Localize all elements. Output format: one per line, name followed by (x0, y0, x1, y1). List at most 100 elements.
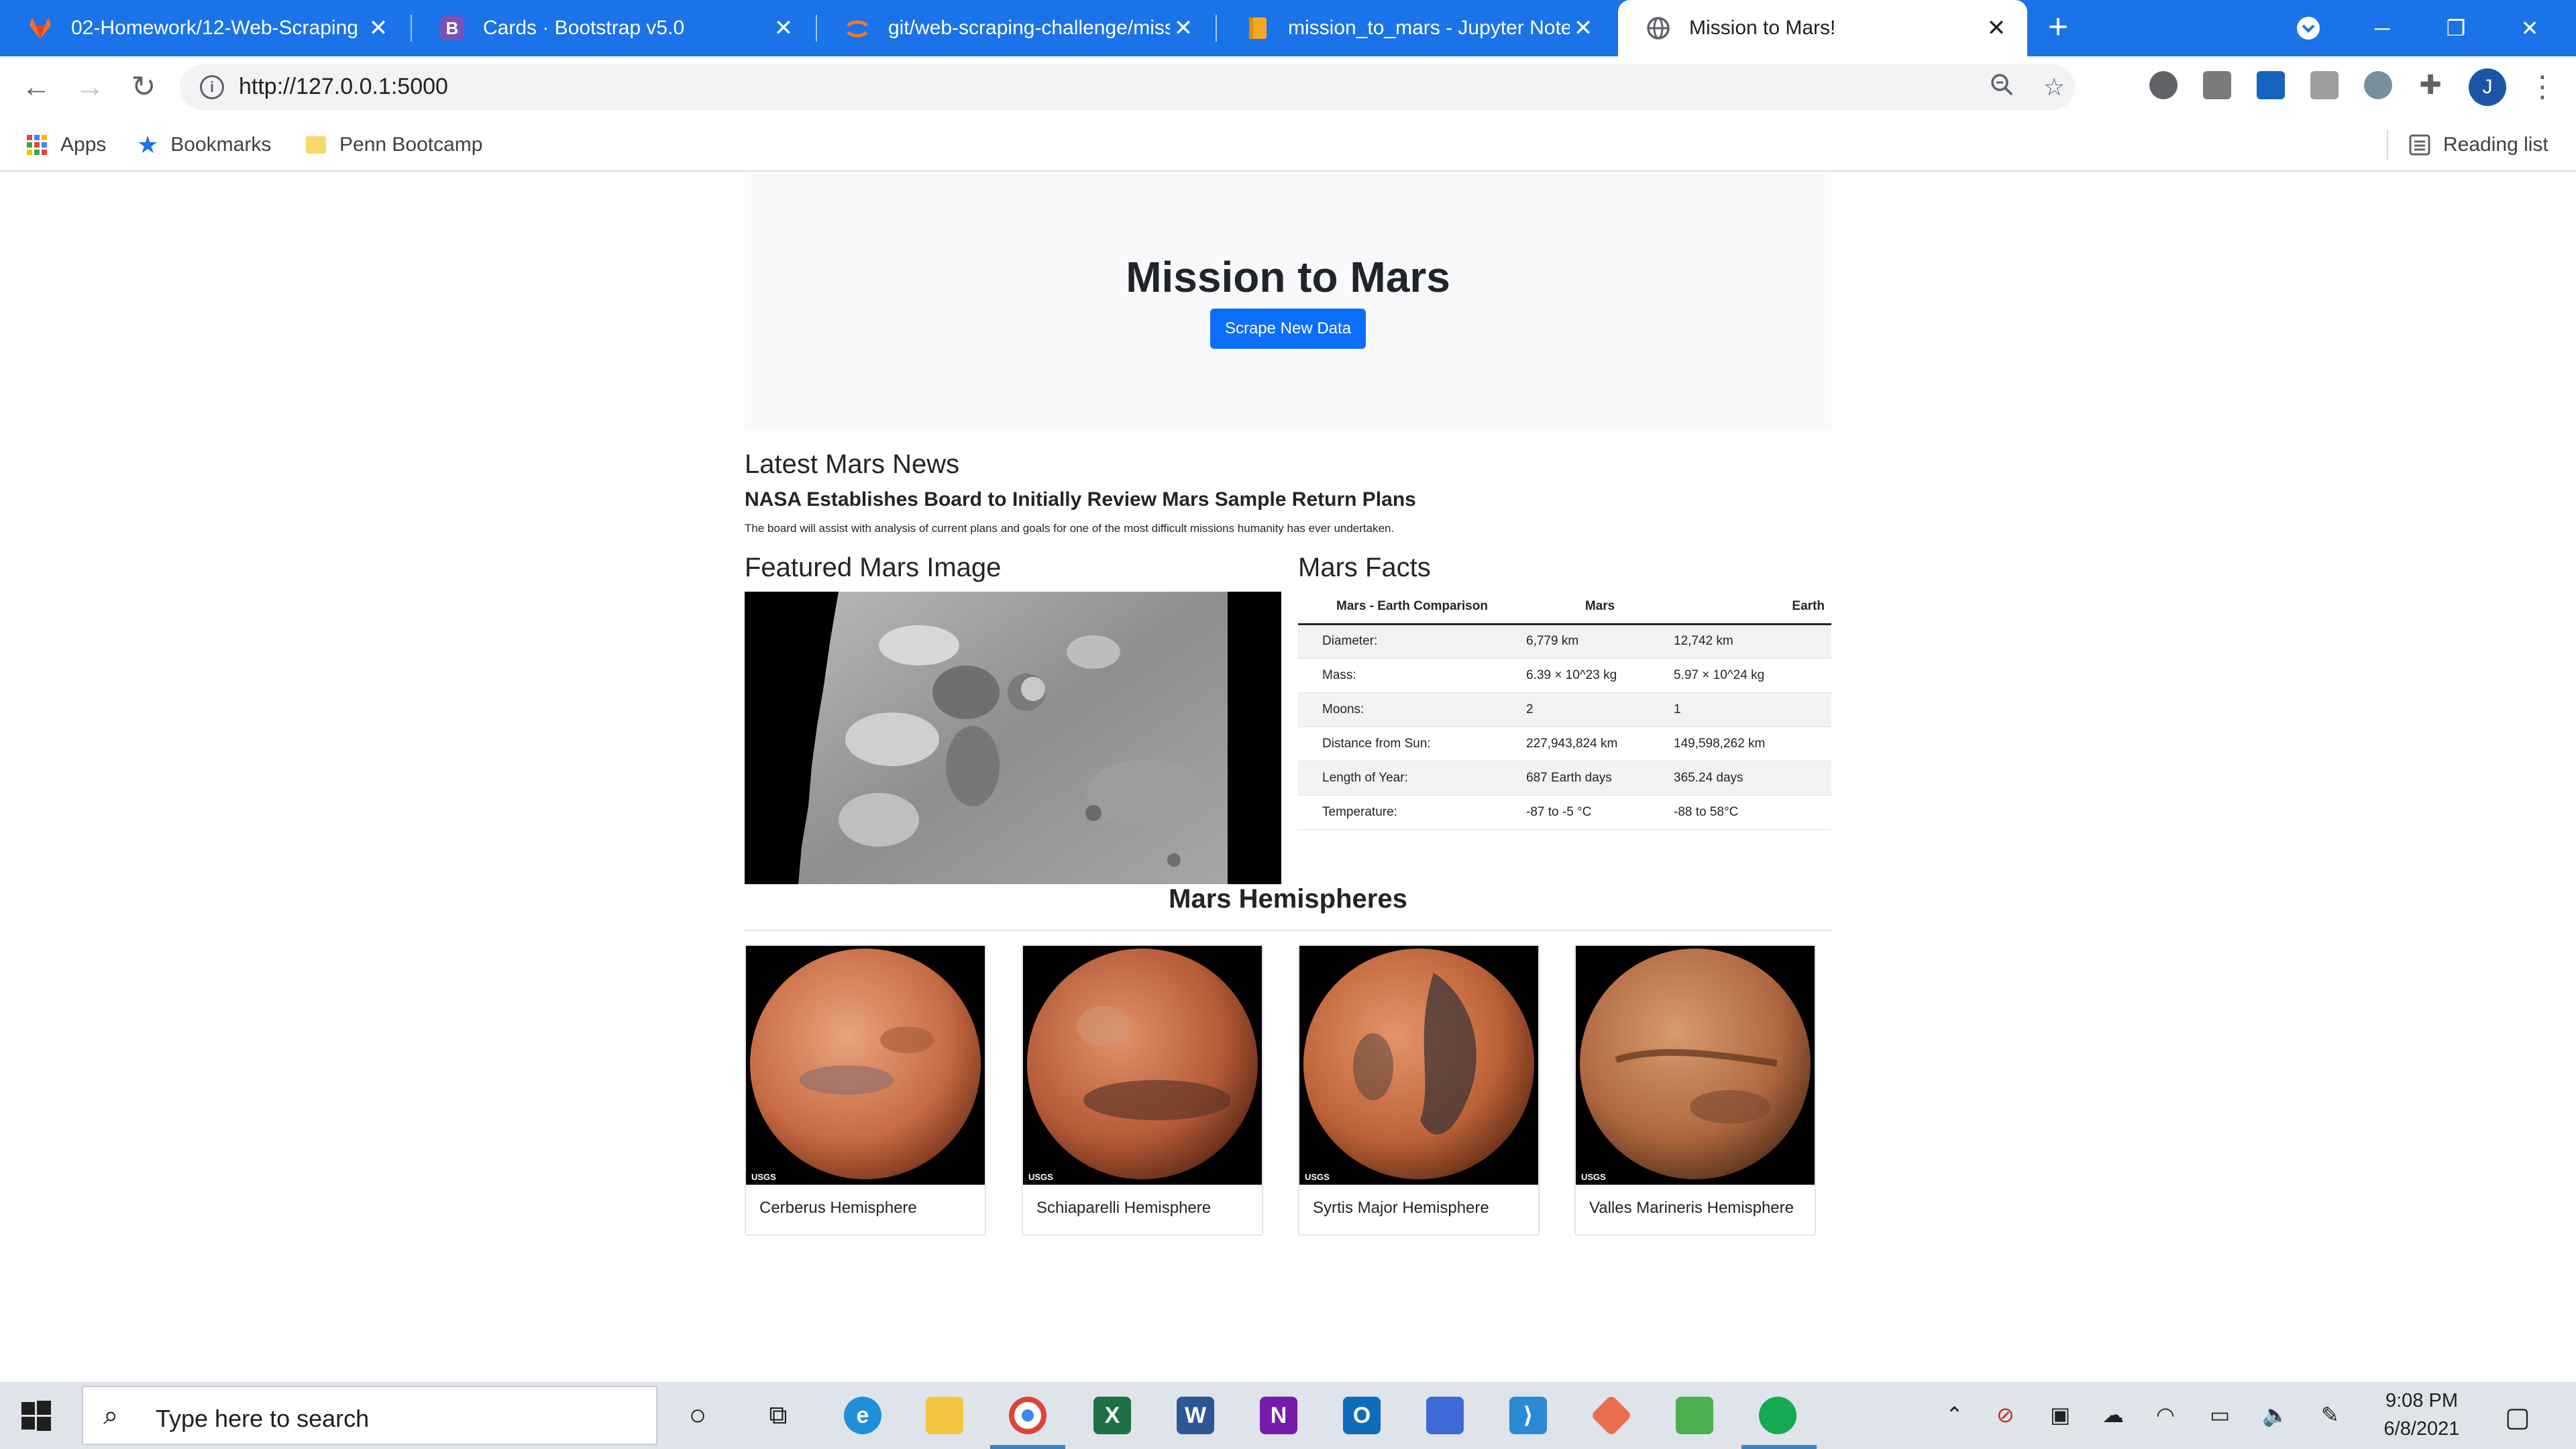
clock-time[interactable]: 9:08 PM (2368, 1390, 2475, 1412)
active-app-indicator (1741, 1445, 1817, 1449)
page-title: Mission to Mars (1126, 253, 1450, 301)
usgs-watermark: USGS (1305, 1172, 1330, 1182)
close-tab-icon[interactable]: ✕ (1983, 15, 2010, 42)
scrape-new-data-button[interactable]: Scrape New Data (1210, 309, 1366, 349)
hemisphere-image: USGS (1023, 946, 1262, 1185)
table-cell: Length of Year: (1298, 761, 1526, 796)
column-header: Mars (1526, 590, 1674, 625)
git-icon[interactable] (1590, 1394, 1633, 1437)
table-cell: 6.39 × 10^23 kg (1526, 658, 1674, 693)
star-icon: ★ (137, 131, 159, 158)
table-cell: 6,779 km (1526, 624, 1674, 659)
chart-app-icon[interactable] (1676, 1397, 1713, 1434)
bookmark-star-icon[interactable]: ☆ (2038, 71, 2070, 103)
hemisphere-card-valles-marineris[interactable]: USGS Valles Marineris Hemisphere (1574, 945, 1816, 1236)
bookmark-penn-bootcamp[interactable]: Penn Bootcamp (305, 130, 482, 160)
table-row: Moons: 2 1 (1298, 692, 1831, 727)
active-app-indicator (990, 1445, 1065, 1449)
tab-mission-to-mars[interactable]: Mission to Mars! ✕ (1618, 0, 2027, 56)
tab-git-repo[interactable]: git/web-scraping-challenge/miss ✕ (817, 0, 1214, 56)
bookmark-reading-list[interactable]: Reading list (2408, 130, 2548, 160)
table-cell: 12,742 km (1674, 624, 1831, 659)
featured-image-heading: Featured Mars Image (745, 553, 1002, 582)
page-content: Mission to Mars Scrape New Data Latest M… (0, 173, 2576, 1381)
hemisphere-card-schiaparelli[interactable]: USGS Schiaparelli Hemisphere (1022, 945, 1263, 1236)
close-window-button[interactable]: ✕ (2493, 0, 2567, 56)
clock-date[interactable]: 6/8/2021 (2368, 1418, 2475, 1440)
notebook-icon (1244, 15, 1271, 42)
excel-icon[interactable]: X (1093, 1397, 1131, 1434)
tab-bootstrap-cards[interactable]: B Cards · Bootstrap v5.0 ✕ (412, 0, 814, 56)
reading-list-icon (2408, 133, 2431, 156)
bookmark-bookmarks[interactable]: ★ Bookmarks (137, 130, 271, 160)
hemisphere-title: Schiaparelli Hemisphere (1036, 1199, 1212, 1217)
extension-icon[interactable] (2203, 71, 2231, 99)
close-tab-icon[interactable]: ✕ (770, 15, 797, 42)
close-tab-icon[interactable]: ✕ (365, 15, 392, 42)
security-alert-icon[interactable]: ⊘ (1996, 1402, 2015, 1428)
extension-icon[interactable] (2149, 71, 2178, 99)
word-icon[interactable]: W (1177, 1397, 1214, 1434)
hemispheres-heading: Mars Hemispheres (1169, 884, 1407, 914)
column-header: Earth (1674, 590, 1831, 625)
site-info-icon[interactable]: i (200, 75, 224, 99)
edge-icon[interactable]: e (844, 1397, 881, 1434)
tools-app-icon[interactable] (1426, 1397, 1464, 1434)
wifi-icon[interactable]: ◠ (2156, 1402, 2175, 1428)
pen-icon[interactable]: ✎ (2321, 1402, 2339, 1428)
globe-icon (1645, 15, 1672, 42)
extension-icon[interactable] (2257, 71, 2285, 99)
svg-text:B: B (446, 18, 459, 38)
notifications-icon[interactable]: ▢ (2505, 1402, 2530, 1433)
extension-icon[interactable] (2310, 71, 2339, 99)
new-tab-button[interactable]: + (2039, 9, 2077, 47)
tab-gitlab-homework[interactable]: 02-Homework/12-Web-Scraping ✕ (0, 0, 409, 56)
reload-icon[interactable]: ↻ (123, 67, 164, 107)
news-teaser: The board will assist with analysis of c… (745, 522, 1395, 535)
hemisphere-card-cerberus[interactable]: USGS Cerberus Hemisphere (745, 945, 986, 1236)
bookmark-apps[interactable]: Apps (25, 130, 106, 160)
tab-jupyter-notebook[interactable]: mission_to_mars - Jupyter Noteb ✕ (1217, 0, 1614, 56)
taskbar-search-box[interactable]: ⌕ Type here to search (82, 1386, 657, 1445)
volume-icon[interactable]: 🔈 (2262, 1402, 2289, 1428)
mongodb-icon[interactable] (1759, 1397, 1796, 1434)
minimize-window-button[interactable]: ─ (2345, 0, 2419, 56)
usgs-watermark: USGS (1581, 1172, 1606, 1182)
cortana-icon[interactable]: ○ (679, 1397, 716, 1434)
close-tab-icon[interactable]: ✕ (1170, 15, 1197, 42)
hemisphere-card-syrtis-major[interactable]: USGS Syrtis Major Hemisphere (1298, 945, 1540, 1236)
gitlab-icon (27, 15, 54, 42)
onenote-icon[interactable]: N (1260, 1397, 1297, 1434)
show-hidden-icons-chevron-icon[interactable]: ⌃ (1945, 1402, 1964, 1428)
hemisphere-image: USGS (1576, 946, 1815, 1185)
chrome-icon[interactable] (1009, 1397, 1046, 1434)
forward-arrow-icon[interactable]: → (70, 67, 110, 107)
table-cell: 1 (1674, 692, 1831, 727)
table-cell: 227,943,824 km (1526, 727, 1674, 761)
extension-icon[interactable] (2364, 71, 2392, 99)
back-arrow-icon[interactable]: ← (16, 67, 56, 107)
battery-icon[interactable]: ▭ (2210, 1402, 2230, 1428)
vscode-icon[interactable]: ⟩ (1509, 1397, 1547, 1434)
meet-now-icon[interactable]: ▣ (2050, 1402, 2070, 1428)
url-text[interactable]: http://127.0.0.1:5000 (239, 74, 448, 100)
outlook-icon[interactable]: O (1343, 1397, 1381, 1434)
windows-start-icon[interactable] (20, 1399, 52, 1432)
task-view-icon[interactable]: ⧉ (759, 1397, 797, 1434)
search-icon: ⌕ (103, 1401, 119, 1430)
file-explorer-icon[interactable] (926, 1397, 963, 1434)
table-cell: 365.24 days (1674, 761, 1831, 796)
menu-kebab-icon[interactable]: ⋮ (2522, 67, 2563, 107)
puzzle-extensions-icon[interactable]: ✚ (2416, 71, 2445, 99)
news-title: NASA Establishes Board to Initially Revi… (745, 488, 1416, 511)
windows-taskbar: ⌕ Type here to search ○ ⧉ e X W N O ⟩ ⌃ … (0, 1382, 2576, 1449)
address-bar[interactable]: i http://127.0.0.1:5000 ☆ (180, 64, 2075, 110)
table-cell: Temperature: (1298, 795, 1526, 830)
close-tab-icon[interactable]: ✕ (1570, 15, 1597, 42)
profile-avatar[interactable]: J (2469, 68, 2506, 106)
tab-search-icon[interactable] (2271, 0, 2345, 56)
restore-window-button[interactable]: ❐ (2419, 0, 2493, 56)
table-cell: -88 to 58°C (1674, 795, 1831, 830)
onedrive-icon[interactable]: ☁ (2102, 1402, 2124, 1428)
zoom-icon[interactable] (1986, 71, 2018, 103)
